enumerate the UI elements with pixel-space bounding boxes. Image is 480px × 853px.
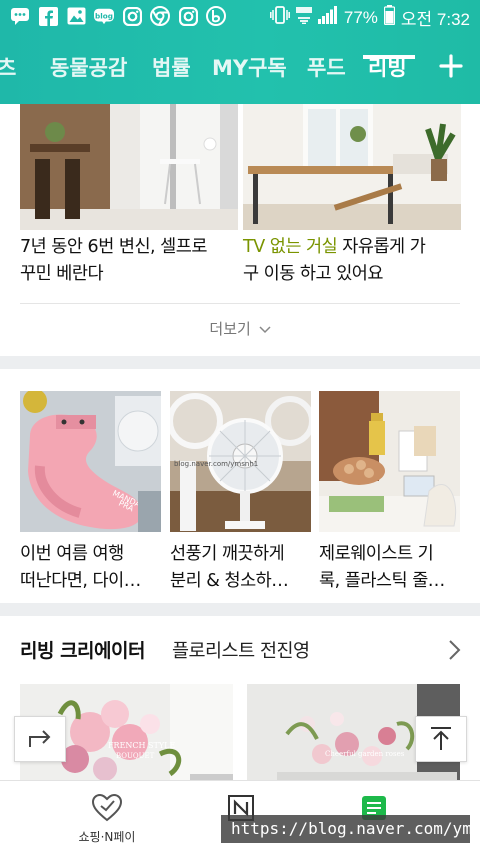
livingroom-photo[interactable] [243, 104, 461, 230]
active-tab-indicator [363, 55, 415, 59]
chevron-right-icon[interactable] [444, 638, 464, 662]
highlight-text: TV 없는 거실 [243, 237, 338, 257]
category-tab-bar: 츠 동물공감 법률 MY구독 푸드 리빙 [0, 44, 480, 90]
article-caption[interactable]: 이번 여름 여행 떠난다면, 다이… [20, 541, 168, 595]
gallery-icon [66, 6, 86, 26]
bottom-nav-shopping[interactable]: 쇼핑·N페이 [68, 793, 146, 845]
tab-sports-partial[interactable]: 츠 [0, 52, 16, 82]
arrow-up-icon [431, 727, 451, 750]
tab-law[interactable]: 법률 [152, 52, 191, 82]
section-gap [0, 356, 480, 369]
creator-name[interactable]: 플로리스트 전진영 [172, 637, 310, 663]
scroll-top-button[interactable] [415, 716, 467, 762]
section-gap [0, 603, 480, 616]
svg-text:BOUQUET: BOUQUET [116, 752, 155, 760]
chrome-icon [150, 6, 170, 26]
status-bar: blog 77% 오전 7:32 [0, 0, 480, 34]
add-tab-button[interactable] [436, 48, 466, 82]
instagram-icon [178, 6, 198, 26]
heart-check-icon [91, 793, 123, 822]
divider [20, 303, 460, 304]
clock: 오전 7:32 [400, 10, 470, 29]
balcony-photo[interactable] [20, 104, 238, 230]
zero-waste-photo[interactable] [319, 391, 460, 532]
article-caption[interactable]: 7년 동안 6번 변신, 셀프로 꾸민 베란다 [20, 234, 238, 288]
plus-icon [439, 54, 463, 78]
blog-url-watermark: https://blog.naver.com/ymsnh1 [221, 815, 480, 843]
svg-text:Cheerful garden roses: Cheerful garden roses [325, 750, 405, 758]
article-caption[interactable]: TV 없는 거실 자유롭게 가 구 이동 하고 있어요 [243, 234, 463, 288]
chat-icon [10, 6, 30, 26]
svg-text:FRENCH STYLE: FRENCH STYLE [108, 741, 175, 750]
naver-app-screen: blog 77% 오전 7:32 츠 동물공감 법률 MY구독 푸드 리빙 7년… [0, 0, 480, 853]
battery-icon [383, 5, 396, 30]
facebook-icon [38, 6, 58, 26]
signal-icon [317, 6, 338, 29]
share-button[interactable] [14, 716, 66, 762]
share-arrow-icon [29, 730, 51, 747]
battery-percent: 77% [343, 7, 378, 27]
wifi-icon [295, 6, 312, 29]
more-button[interactable]: 더보기 [0, 318, 480, 339]
tab-animal[interactable]: 동물공감 [50, 52, 127, 82]
bottom-nav-label: 쇼핑·N페이 [78, 830, 136, 844]
chevron-down-icon [259, 326, 271, 334]
neck-pillow-photo[interactable]: MANDA PRA [20, 391, 161, 532]
svg-text:blog.naver.com/ymsnh1: blog.naver.com/ymsnh1 [174, 460, 258, 468]
svg-text:blog: blog [95, 11, 113, 20]
vibrate-icon [269, 6, 290, 29]
tab-my-subscription[interactable]: MY구독 [212, 52, 287, 82]
article-caption[interactable]: 선풍기 깨끗하게 분리 & 청소하… [170, 541, 318, 595]
article-caption[interactable]: 제로웨이스트 기 록, 플라스틱 줄… [319, 541, 467, 595]
electric-fan-photo[interactable]: blog.naver.com/ymsnh1 [170, 391, 311, 532]
band-icon [206, 6, 226, 26]
section-title: 리빙 크리에이터 [20, 640, 145, 662]
instagram-icon [122, 6, 142, 26]
tab-food[interactable]: 푸드 [307, 52, 346, 82]
top-header: blog 77% 오전 7:32 츠 동물공감 법률 MY구독 푸드 리빙 [0, 0, 480, 104]
blog-icon: blog [94, 6, 114, 26]
